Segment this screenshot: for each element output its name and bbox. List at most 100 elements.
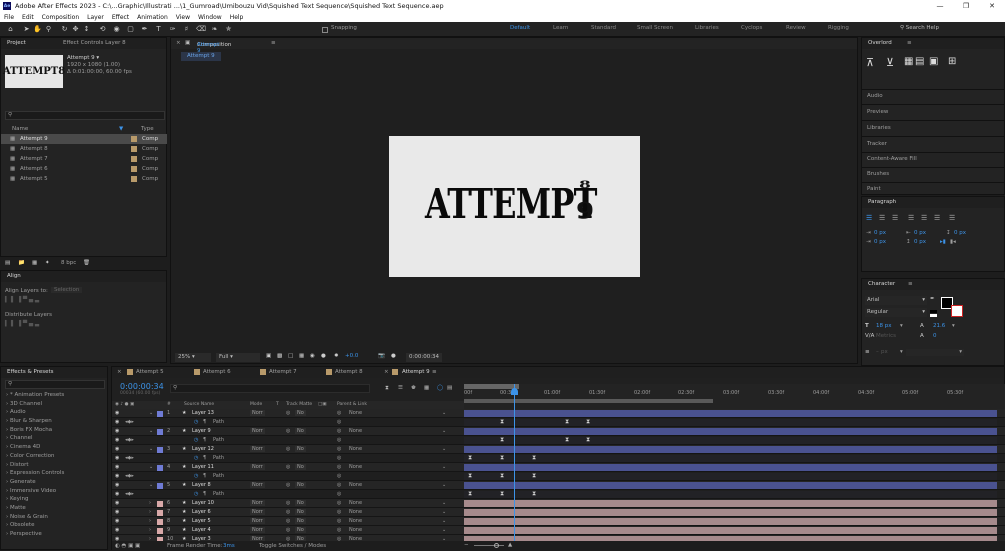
home-icon[interactable]: ⌂ bbox=[6, 25, 15, 34]
col-name-header[interactable]: Name bbox=[12, 126, 28, 132]
selection-tool-icon[interactable]: ➤ bbox=[22, 25, 31, 34]
parent-select[interactable]: None bbox=[349, 527, 362, 533]
panel-preview[interactable]: Preview bbox=[862, 104, 1005, 120]
parent-select[interactable]: None bbox=[349, 446, 362, 452]
interpret-footage-icon[interactable]: ▤ bbox=[5, 260, 10, 266]
workspace-libraries[interactable]: Libraries bbox=[695, 25, 719, 31]
justify-center-icon[interactable]: ☰ bbox=[921, 214, 927, 222]
stroke-unit-dropdown[interactable]: ▾ bbox=[900, 349, 903, 355]
menu-layer[interactable]: Layer bbox=[87, 14, 104, 21]
effect-category[interactable]: › Expression Controls bbox=[6, 470, 106, 479]
parent-select[interactable]: None bbox=[349, 518, 362, 524]
project-item[interactable]: ▦ Attempt 7 Comp bbox=[1, 154, 167, 164]
menu-effect[interactable]: Effect bbox=[112, 14, 129, 21]
tracking-dropdown[interactable]: ▾ bbox=[952, 323, 955, 329]
stopwatch-icon[interactable]: ◷ bbox=[194, 437, 198, 443]
track-matte-select[interactable]: No bbox=[295, 527, 306, 533]
layer-name[interactable]: Layer 9 bbox=[192, 428, 211, 434]
layer-row[interactable]: ◉ ⌄ 2 ★ Layer 9 Norr ◎ No ◎ None ⌄ bbox=[112, 427, 1005, 436]
path-property-row[interactable]: ◉ ◂◆▸ ◷ ¶ Path ◎ ⧗ ⧗ ⧗ bbox=[112, 472, 1005, 481]
track-matte-select[interactable]: No bbox=[295, 464, 306, 470]
layer-duration-bar[interactable] bbox=[464, 518, 997, 525]
layer-duration-bar[interactable] bbox=[464, 446, 997, 453]
parent-select[interactable]: None bbox=[349, 428, 362, 434]
pickwhip-icon[interactable]: ◎ bbox=[337, 446, 341, 452]
workspace-cyclops[interactable]: Cyclops bbox=[741, 25, 762, 31]
parent-select[interactable]: None bbox=[349, 509, 362, 515]
layer-name[interactable]: Layer 10 bbox=[192, 500, 214, 506]
col-trkmat-header[interactable]: Track Matte bbox=[286, 402, 312, 407]
track-matte-icon[interactable]: ◎ bbox=[286, 518, 290, 524]
expand-arrow-icon[interactable]: › bbox=[149, 527, 151, 533]
tsume-value[interactable]: 0 bbox=[933, 333, 937, 339]
path-property-row[interactable]: ◉ ◂◆▸ ◷ ¶ Path ◎ ⧗ ⧗ ⧗ bbox=[112, 436, 1005, 445]
justify-left-icon[interactable]: ☰ bbox=[908, 214, 914, 222]
brush-tool-icon[interactable]: ✑ bbox=[168, 25, 177, 34]
stroke-width-value[interactable]: – bbox=[876, 349, 879, 355]
layer-label-color[interactable] bbox=[157, 410, 163, 417]
layer-label-color[interactable] bbox=[157, 527, 163, 534]
direction-ltr-icon[interactable]: ▸▮ bbox=[940, 239, 946, 245]
parent-select[interactable]: None bbox=[349, 464, 362, 470]
puppet-tool-icon[interactable]: ✯ bbox=[224, 25, 233, 34]
blend-mode-select[interactable]: Norr bbox=[250, 446, 265, 452]
tab-character[interactable]: Character bbox=[868, 281, 895, 287]
workspace-small-screen[interactable]: Small Screen bbox=[637, 25, 673, 31]
type-tool-icon[interactable]: T bbox=[154, 25, 163, 34]
exposure-icon[interactable]: ✹ bbox=[334, 353, 339, 359]
effect-category[interactable]: › Blur & Sharpen bbox=[6, 418, 106, 427]
layer-name[interactable]: Layer 6 bbox=[192, 509, 211, 515]
font-family-select[interactable]: Arial ▾ bbox=[865, 296, 927, 305]
layer-label-color[interactable] bbox=[157, 518, 163, 525]
snapping-checkbox[interactable] bbox=[322, 27, 328, 33]
overlord-add-icon[interactable]: ⊞ bbox=[948, 56, 956, 67]
color-manage-icon[interactable]: ● bbox=[321, 353, 326, 359]
tab-effect-controls[interactable]: Effect Controls Layer 8 bbox=[63, 40, 126, 46]
layer-duration-bar[interactable] bbox=[464, 509, 997, 516]
layer-name[interactable]: Layer 8 bbox=[192, 482, 211, 488]
justify-all-icon[interactable]: ☰ bbox=[949, 214, 955, 222]
timeline-search-input[interactable]: ⚲ bbox=[170, 384, 370, 393]
new-comp-icon[interactable]: ▦ bbox=[32, 260, 37, 266]
col-source-header[interactable]: Source Name bbox=[184, 402, 214, 407]
dropdown-icon[interactable]: ⌄ bbox=[442, 410, 446, 416]
layer-label-color[interactable] bbox=[157, 428, 163, 435]
track-matte-select[interactable]: No bbox=[295, 410, 306, 416]
dropdown-icon[interactable]: ⌄ bbox=[442, 464, 446, 470]
motion-blur-icon[interactable]: ◯ bbox=[437, 385, 443, 391]
menu-composition[interactable]: Composition bbox=[42, 14, 79, 21]
menu-file[interactable]: File bbox=[4, 14, 14, 21]
parent-select[interactable]: None bbox=[349, 500, 362, 506]
close-tab-icon[interactable]: × bbox=[117, 369, 122, 375]
panel-audio[interactable]: Audio bbox=[862, 89, 1005, 104]
work-area-bar[interactable] bbox=[464, 399, 713, 403]
indent-first-value[interactable]: 0 px bbox=[874, 239, 886, 245]
menu-edit[interactable]: Edit bbox=[22, 14, 34, 21]
playhead-handle[interactable] bbox=[511, 388, 518, 395]
path-property-row[interactable]: ◉ ◂◆▸ ◷ ¶ Path ◎ ⧗ ⧗ ⧗ bbox=[112, 490, 1005, 499]
eraser-tool-icon[interactable]: ⌫ bbox=[196, 25, 206, 34]
layer-row[interactable]: ◉ ⌄ 4 ★ Layer 11 Norr ◎ No ◎ None ⌄ bbox=[112, 463, 1005, 472]
panel-menu-icon[interactable]: ≡ bbox=[908, 281, 913, 287]
effect-category[interactable]: › Noise & Grain bbox=[6, 514, 106, 523]
timeline-tab[interactable]: Attempt 6 bbox=[203, 369, 231, 375]
track-matte-select[interactable]: No bbox=[295, 509, 306, 515]
expression-pickwhip-icon[interactable]: ◎ bbox=[337, 437, 341, 443]
visibility-eye-icon[interactable]: ◉ bbox=[115, 410, 119, 416]
menu-help[interactable]: Help bbox=[230, 14, 244, 21]
blend-mode-select[interactable]: Norr bbox=[250, 428, 265, 434]
set-black-swatch[interactable] bbox=[930, 310, 937, 313]
dolly-tool-icon[interactable]: ↕ bbox=[82, 25, 91, 34]
keyframe-marker[interactable]: ⧗ bbox=[500, 418, 504, 426]
blend-mode-select[interactable]: Norr bbox=[250, 518, 265, 524]
effect-category[interactable]: › Perspective bbox=[6, 531, 106, 540]
layer-row[interactable]: ◉ › 6 ★ Layer 10 Norr ◎ No ◎ None ⌄ bbox=[112, 499, 1005, 508]
playhead[interactable] bbox=[514, 384, 515, 541]
stopwatch-icon[interactable]: ◷ bbox=[194, 473, 198, 479]
font-size-dropdown[interactable]: ▾ bbox=[900, 323, 903, 329]
font-size-value[interactable]: 18 px bbox=[876, 323, 892, 329]
graph-editor-icon[interactable]: ▤ bbox=[447, 385, 452, 391]
expression-pickwhip-icon[interactable]: ◎ bbox=[337, 491, 341, 497]
expand-arrow-icon[interactable]: ⌄ bbox=[149, 410, 153, 416]
dropdown-icon[interactable]: ⌄ bbox=[442, 446, 446, 452]
